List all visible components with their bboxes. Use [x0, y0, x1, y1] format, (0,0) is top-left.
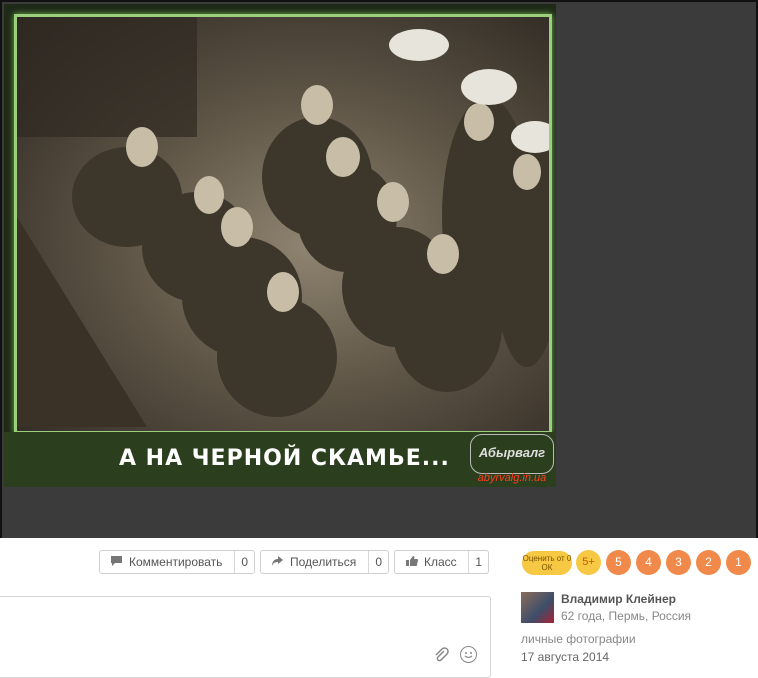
photo-image [14, 14, 552, 434]
author-meta: 62 года, Пермь, Россия [561, 609, 692, 623]
comment-label: Комментировать [129, 555, 223, 569]
photo-caption: А НА ЧЕРНОЙ СКАМЬЕ... [119, 446, 450, 471]
caption-bar: А НА ЧЕРНОЙ СКАМЬЕ... Абырвалг abyrvalg.… [4, 432, 556, 487]
share-label: Поделиться [290, 555, 357, 569]
avatar[interactable] [521, 592, 554, 623]
rate-1[interactable]: 1 [726, 550, 751, 575]
album-name[interactable]: личные фотографии [521, 632, 636, 646]
comment-input[interactable] [0, 596, 491, 678]
thumbs-up-icon [404, 555, 418, 569]
rate-5[interactable]: 5 [606, 550, 631, 575]
share-count: 0 [368, 551, 388, 573]
rate-5plus[interactable]: 5+ [576, 550, 601, 575]
rate-4[interactable]: 4 [636, 550, 661, 575]
comment-count: 0 [234, 551, 254, 573]
speech-bubble-icon [109, 555, 123, 569]
photo-viewer: А НА ЧЕРНОЙ СКАМЬЕ... Абырвалг abyrvalg.… [0, 0, 758, 538]
courtroom-picture [17, 17, 549, 427]
rate-3[interactable]: 3 [666, 550, 691, 575]
like-button[interactable]: Класс 1 [394, 550, 489, 574]
watermark-url: abyrvalg.in.ua [477, 472, 547, 484]
rate-2[interactable]: 2 [696, 550, 721, 575]
paperclip-icon[interactable] [433, 647, 449, 668]
comment-button[interactable]: Комментировать 0 [99, 550, 255, 574]
author-name[interactable]: Владимир Клейнер [561, 592, 676, 606]
like-count: 1 [468, 551, 488, 573]
smiley-icon[interactable] [460, 646, 477, 663]
photo-date: 17 августа 2014 [521, 650, 610, 664]
watermark-logo: Абырвалг [470, 434, 554, 474]
share-button[interactable]: Поделиться 0 [260, 550, 389, 574]
share-arrow-icon [270, 555, 284, 569]
rate-label: Оценить от 0 ОК [522, 551, 572, 575]
photo[interactable]: А НА ЧЕРНОЙ СКАМЬЕ... Абырвалг abyrvalg.… [4, 4, 556, 487]
like-label: Класс [424, 555, 457, 569]
